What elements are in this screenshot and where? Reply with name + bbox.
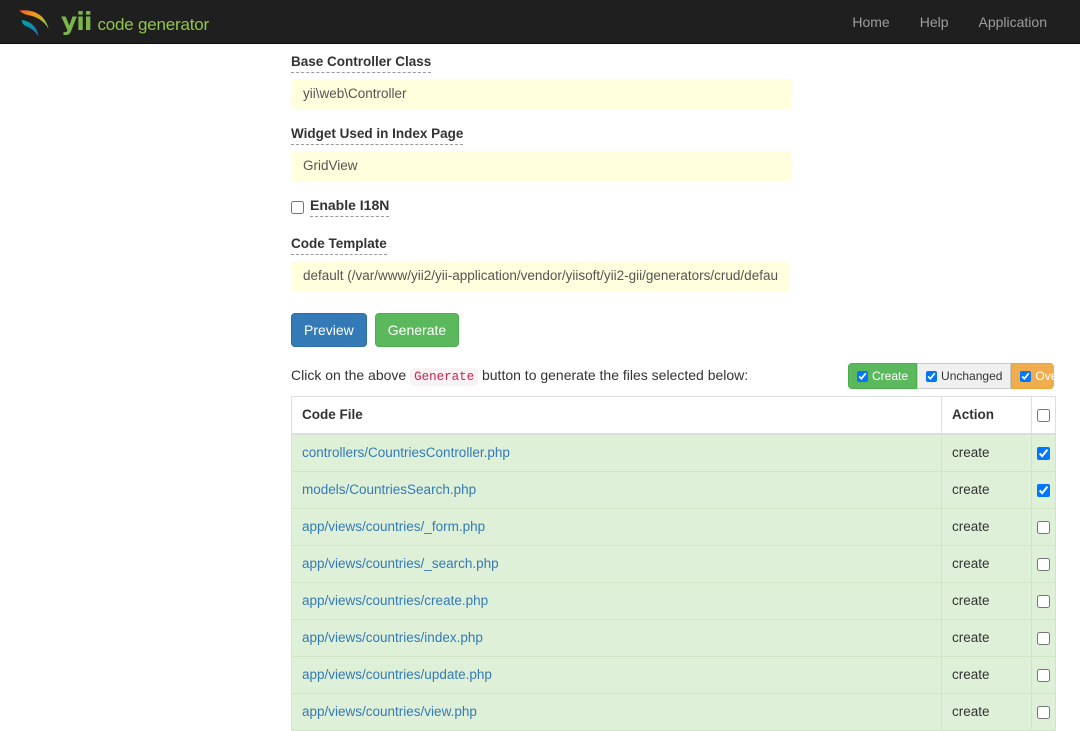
row-select-checkbox[interactable] [1037, 446, 1050, 460]
cell-select[interactable] [1031, 508, 1056, 546]
cell-action: create [941, 471, 1032, 509]
label-index-widget: Widget Used in Index Page [291, 125, 464, 145]
row-select-checkbox[interactable] [1037, 557, 1050, 571]
table-row: app/views/countries/index.php create [291, 619, 1056, 657]
cell-code-file: app/views/countries/index.php [291, 619, 942, 657]
nav-link-help[interactable]: Help [905, 0, 964, 44]
code-file-link[interactable]: app/views/countries/update.php [302, 667, 492, 682]
yii-bird-logo-icon [18, 7, 52, 37]
cell-select[interactable] [1031, 619, 1056, 657]
brand-text: yii code generator [61, 9, 209, 34]
cell-code-file: app/views/countries/_form.php [291, 508, 942, 546]
cell-action: create [941, 619, 1032, 657]
nav-links: Home Help Application [837, 0, 1080, 44]
legend-unchanged-label: Unchanged [941, 369, 1003, 383]
legend-toggle-create[interactable]: Create [848, 363, 918, 389]
top-navbar: yii code generator Home Help Application [0, 0, 1080, 44]
select-all-checkbox[interactable] [1037, 408, 1050, 422]
row-select-checkbox[interactable] [1037, 631, 1050, 645]
code-file-link[interactable]: controllers/CountriesController.php [302, 445, 510, 460]
field-base-controller-class: Base Controller Class [291, 53, 1080, 109]
table-row: app/views/countries/update.php create [291, 656, 1056, 694]
table-header-row: Code File Action [291, 396, 1056, 435]
cell-action: create [941, 433, 1032, 472]
code-file-link[interactable]: app/views/countries/index.php [302, 630, 483, 645]
field-index-widget: Widget Used in Index Page [291, 125, 1080, 181]
nav-link-application[interactable]: Application [964, 0, 1063, 44]
code-file-link[interactable]: app/views/countries/create.php [302, 593, 488, 608]
field-enable-i18n: Enable I18N [291, 197, 1080, 217]
preview-button[interactable]: Preview [291, 313, 367, 347]
code-file-link[interactable]: models/CountriesSearch.php [302, 482, 476, 497]
hint-prefix: Click on the above [291, 367, 407, 383]
hint-suffix: button to generate the files selected be… [481, 367, 749, 383]
legend-toggle-overwrite[interactable]: Overwrite [1011, 363, 1054, 389]
table-row: app/views/countries/view.php create [291, 693, 1056, 731]
legend-create-checkbox[interactable] [857, 370, 868, 382]
row-select-checkbox[interactable] [1037, 483, 1050, 497]
file-state-legend: Create Unchanged Overwrite [848, 363, 1054, 389]
cell-action: create [941, 508, 1032, 546]
generate-hint-text: Click on the above Generate button to ge… [291, 365, 748, 387]
cell-action: create [941, 582, 1032, 620]
cell-select[interactable] [1031, 582, 1056, 620]
row-select-checkbox[interactable] [1037, 705, 1050, 719]
table-row: models/CountriesSearch.php create [291, 471, 1056, 509]
cell-select[interactable] [1031, 545, 1056, 583]
code-file-link[interactable]: app/views/countries/_form.php [302, 519, 485, 534]
table-row: app/views/countries/create.php create [291, 582, 1056, 620]
header-action: Action [941, 396, 1032, 435]
brand-name: yii [61, 7, 92, 36]
legend-unchanged-checkbox[interactable] [926, 370, 938, 382]
cell-action: create [941, 693, 1032, 731]
cell-code-file: models/CountriesSearch.php [291, 471, 942, 509]
brand-subtitle: code generator [97, 15, 209, 34]
hint-row: Click on the above Generate button to ge… [291, 363, 1055, 389]
field-code-template: Code Template [291, 235, 1080, 291]
legend-toggle-unchanged[interactable]: Unchanged [917, 363, 1012, 389]
cell-code-file: app/views/countries/update.php [291, 656, 942, 694]
cell-select[interactable] [1031, 693, 1056, 731]
label-code-template: Code Template [291, 235, 387, 255]
legend-create-label: Create [872, 369, 909, 383]
form-actions: Preview Generate [291, 313, 1080, 347]
table-head: Code File Action [291, 396, 1056, 435]
table-row: app/views/countries/_form.php create [291, 508, 1056, 546]
header-code-file: Code File [291, 396, 942, 435]
legend-overwrite-label: Overwrite [1035, 369, 1054, 383]
row-select-checkbox[interactable] [1037, 668, 1050, 682]
cell-code-file: app/views/countries/create.php [291, 582, 942, 620]
table-row: controllers/CountriesController.php creat… [291, 433, 1056, 472]
table-row: app/views/countries/_search.php create [291, 545, 1056, 583]
cell-code-file: app/views/countries/view.php [291, 693, 942, 731]
cell-code-file: app/views/countries/_search.php [291, 545, 942, 583]
cell-select[interactable] [1031, 433, 1056, 472]
code-file-link[interactable]: app/views/countries/view.php [302, 704, 477, 719]
cell-action: create [941, 656, 1032, 694]
hint-code-generate: Generate [410, 368, 479, 386]
row-select-checkbox[interactable] [1037, 520, 1050, 534]
brand-link[interactable]: yii code generator [18, 7, 209, 37]
table-body: controllers/CountriesController.php creat… [291, 433, 1056, 731]
enable-i18n-checkbox[interactable] [291, 200, 304, 214]
label-enable-i18n: Enable I18N [310, 197, 390, 217]
cell-code-file: controllers/CountriesController.php [291, 433, 942, 472]
generated-files-table: Code File Action controllers/CountriesCo… [291, 396, 1056, 731]
cell-select[interactable] [1031, 656, 1056, 694]
row-select-checkbox[interactable] [1037, 594, 1050, 608]
label-base-controller-class: Base Controller Class [291, 53, 432, 73]
nav-link-home[interactable]: Home [837, 0, 904, 44]
code-template-input[interactable] [291, 261, 790, 291]
code-file-link[interactable]: app/views/countries/_search.php [302, 556, 499, 571]
cell-action: create [941, 545, 1032, 583]
base-controller-class-input[interactable] [291, 79, 791, 109]
cell-select[interactable] [1031, 471, 1056, 509]
generate-button[interactable]: Generate [374, 313, 460, 347]
index-widget-input[interactable] [291, 151, 791, 181]
header-select-all[interactable] [1031, 396, 1056, 435]
legend-overwrite-checkbox[interactable] [1020, 370, 1032, 382]
